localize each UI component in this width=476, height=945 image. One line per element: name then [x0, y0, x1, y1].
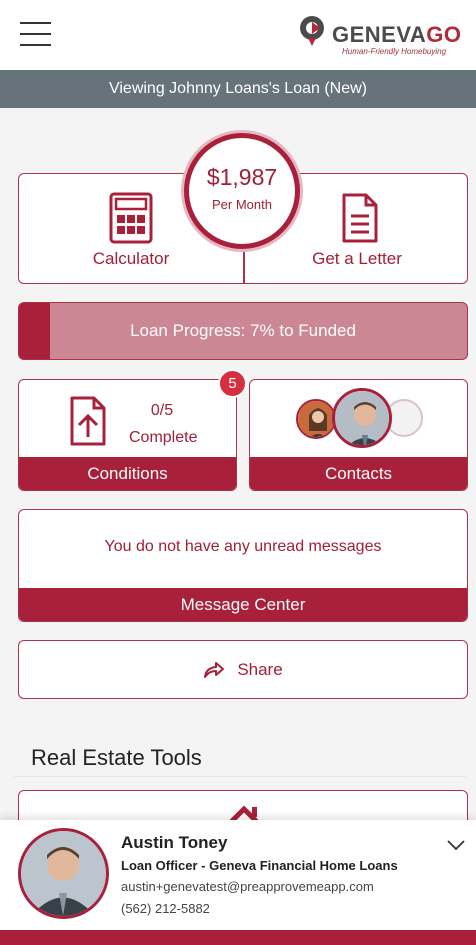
conditions-label: Conditions — [19, 457, 236, 490]
bottom-strip — [0, 930, 476, 945]
real-estate-tools-title: Real Estate Tools — [31, 745, 202, 770]
conditions-count-value: 0/5 — [150, 402, 174, 419]
file-upload-icon — [70, 396, 106, 446]
conditions-tile[interactable]: 0/5 Complete Conditions — [18, 379, 237, 491]
share-button[interactable]: Share — [18, 640, 468, 699]
brand-name-accent: GO — [426, 22, 462, 47]
hamburger-menu-icon[interactable] — [20, 22, 51, 46]
monthly-payment-period: Per Month — [212, 197, 272, 212]
brand-name: GENEVAGO — [332, 22, 462, 48]
loan-progress-bar[interactable]: Loan Progress: 7% to Funded — [18, 302, 468, 360]
brand-tagline: Human-Friendly Homebuying — [342, 47, 447, 56]
get-letter-label: Get a Letter — [312, 249, 402, 268]
logo-mark-icon — [300, 16, 324, 46]
brand-logo: GENEVAGO Human-Friendly Homebuying — [298, 14, 466, 58]
conditions-status: Complete — [129, 429, 198, 446]
share-arrow-icon — [204, 661, 225, 678]
calculator-icon — [109, 192, 153, 244]
viewing-loan-banner: Viewing Johnny Loans's Loan (New) — [0, 70, 476, 108]
monthly-payment-amount: $1,987 — [206, 164, 278, 190]
document-icon — [342, 193, 378, 243]
loan-officer-phone[interactable]: (562) 212-5882 — [121, 901, 210, 916]
monthly-payment-circle: $1,987 Per Month — [184, 133, 300, 249]
contacts-tile[interactable]: Contacts — [249, 379, 468, 491]
unread-messages-text: You do not have any unread messages — [104, 538, 382, 555]
loan-officer-name: Austin Toney — [121, 833, 228, 852]
brand-name-main: GENEVA — [332, 22, 427, 47]
contact-avatar-2 — [332, 388, 392, 448]
message-center-card[interactable]: You do not have any unread messages Mess… — [18, 509, 468, 622]
loan-officer-title: Loan Officer - Geneva Financial Home Loa… — [121, 858, 398, 873]
loan-officer-panel: Austin Toney Loan Officer - Geneva Finan… — [0, 820, 476, 930]
share-label: Share — [237, 659, 283, 679]
conditions-count: 0/5 Complete — [129, 397, 198, 451]
section-divider — [14, 776, 466, 777]
calculator-label: Calculator — [92, 249, 170, 268]
loan-progress-label: Loan Progress: 7% to Funded — [130, 321, 356, 340]
chevron-down-icon[interactable] — [446, 838, 466, 852]
contact-avatar-1 — [296, 399, 336, 439]
message-center-label: Message Center — [19, 588, 467, 621]
top-bar: GENEVAGO Human-Friendly Homebuying — [0, 0, 476, 70]
loan-officer-email[interactable]: austin+genevatest@preapprovemeapp.com — [121, 879, 374, 894]
conditions-badge: 5 — [218, 369, 247, 398]
loan-officer-avatar — [18, 828, 109, 919]
contacts-label: Contacts — [250, 457, 467, 490]
